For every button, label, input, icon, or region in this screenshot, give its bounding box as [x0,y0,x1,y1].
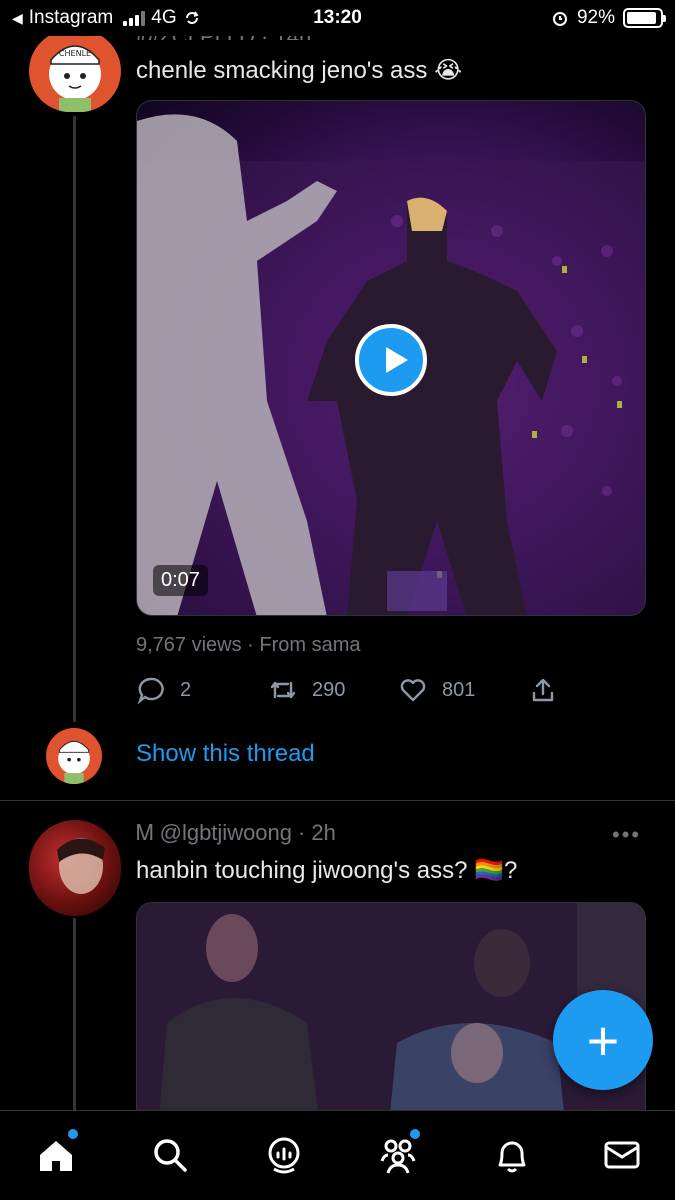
tweet2-text: hanbin touching jiwoong's ass? 🏳️‍🌈? [136,857,518,884]
tweet1-actions: 2 290 801 [136,674,566,706]
compose-tweet-button[interactable]: + [553,990,653,1090]
thread-avatar[interactable] [46,728,102,784]
play-button[interactable] [355,324,427,396]
video-duration: 0:07 [153,565,208,596]
share-button[interactable] [528,674,558,706]
show-thread-link[interactable]: Show this thread [136,740,315,768]
home-icon [40,1141,72,1171]
nav-home[interactable] [34,1129,78,1177]
avatar[interactable] [29,820,121,916]
retweet-count: 290 [312,678,346,701]
notification-dot [410,1129,420,1139]
battery-icon [623,8,666,28]
thread-line [73,116,76,722]
share-icon [532,678,554,702]
bottom-nav [0,1110,675,1200]
status-bar: ◀ Instagram 4G 13:20 92% [0,0,675,36]
tweet1-video[interactable]: 0:07 [136,100,646,616]
nav-search[interactable] [148,1133,192,1177]
timestamp: 2h [311,820,336,845]
retweet-icon [270,681,296,699]
chenle-avatar-illustration: CHENLE [49,45,101,112]
svg-text:CHENLE: CHENLE [59,49,91,58]
nav-spaces[interactable] [262,1133,306,1177]
heart-icon [400,679,426,702]
more-options-icon[interactable]: ••• [612,822,641,848]
like-button[interactable]: 801 [398,674,475,706]
nav-communities[interactable] [376,1129,420,1177]
thread-line [73,918,76,1110]
divider [0,800,675,801]
search-icon [154,1139,187,1172]
alarm-icon [552,12,567,26]
nav-notifications[interactable] [490,1133,534,1177]
communities-icon [380,1139,416,1174]
nav-messages[interactable] [600,1133,644,1177]
tweet2-header[interactable]: Ꮇ @lgbtjiwoong · 2h [136,820,336,846]
jiwoong-avatar-photo [57,838,105,894]
notification-dot [68,1129,78,1139]
tweet1-text: chenle smacking jeno's ass 😭 [136,57,463,84]
views-source[interactable]: 9,767 views · From sama [136,634,361,657]
reply-icon [137,677,164,705]
separator: · [298,820,306,845]
battery-percent: 92% [576,7,615,28]
like-count: 801 [442,678,476,701]
retweet-button[interactable]: 290 [268,674,345,706]
reply-button[interactable]: 2 [136,674,191,706]
handle: @lgbtjiwoong [159,820,293,845]
messages-icon [604,1141,640,1169]
notifications-icon [498,1141,526,1173]
avatar[interactable]: CHENLE [29,30,121,112]
display-name: Ꮇ [136,820,154,845]
chenle-avatar-small [58,740,90,784]
spaces-icon [268,1137,300,1174]
reply-count: 2 [180,678,192,701]
